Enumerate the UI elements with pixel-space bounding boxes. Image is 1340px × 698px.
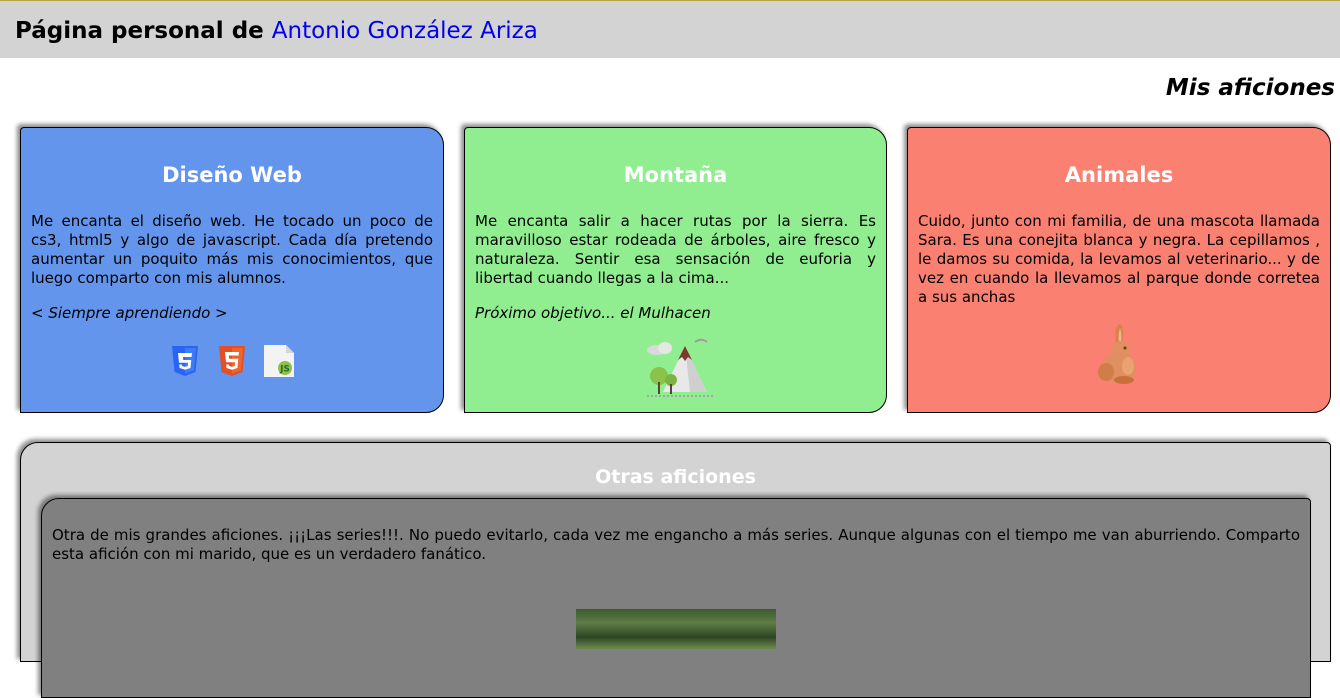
card-text: Me encanta salir a hacer rutas por la si… <box>475 212 876 287</box>
mountain-landscape-icon <box>643 336 713 404</box>
series-text: Otra de mis grandes aficiones. ¡¡¡Las se… <box>52 526 1300 563</box>
html5-icon <box>217 345 247 381</box>
card-title: Montaña <box>623 163 728 187</box>
other-hobbies-section: Otras aficiones Otra de mis grandes afic… <box>20 442 1331 698</box>
javascript-file-icon: JS <box>264 345 295 381</box>
rabbit-icon <box>1094 322 1144 390</box>
tech-icons: JS <box>21 345 443 379</box>
site-title: Página personal de Antonio González Ariz… <box>15 17 538 45</box>
series-photo <box>576 609 776 649</box>
hobby-card-web-design: Diseño Web Me encanta el diseño web. He … <box>20 127 444 413</box>
card-text: Me encanta el diseño web. He tocado un p… <box>31 212 433 287</box>
other-hobbies-title: Otras aficiones <box>595 466 756 488</box>
card-title: Diseño Web <box>162 163 302 187</box>
css3-icon <box>170 345 200 381</box>
svg-text:JS: JS <box>279 365 290 375</box>
card-text: Cuido, junto con mi familia, de una masc… <box>918 212 1320 306</box>
card-title: Animales <box>1064 163 1174 187</box>
hobby-card-animals: Animales Cuido, junto con mi familia, de… <box>907 127 1331 413</box>
section-title: Mis aficiones <box>1165 75 1335 101</box>
hobby-card-mountain: Montaña Me encanta salir a hacer rutas p… <box>464 127 887 413</box>
site-title-prefix: Página personal de <box>15 18 264 44</box>
series-panel: Otra de mis grandes aficiones. ¡¡¡Las se… <box>41 498 1311 698</box>
page-header: Página personal de Antonio González Ariz… <box>0 0 1340 58</box>
author-name: Antonio González Ariza <box>271 18 538 44</box>
card-motto: Próximo objetivo... el Mulhacen <box>475 304 711 322</box>
card-motto: < Siempre aprendiendo > <box>31 304 228 322</box>
